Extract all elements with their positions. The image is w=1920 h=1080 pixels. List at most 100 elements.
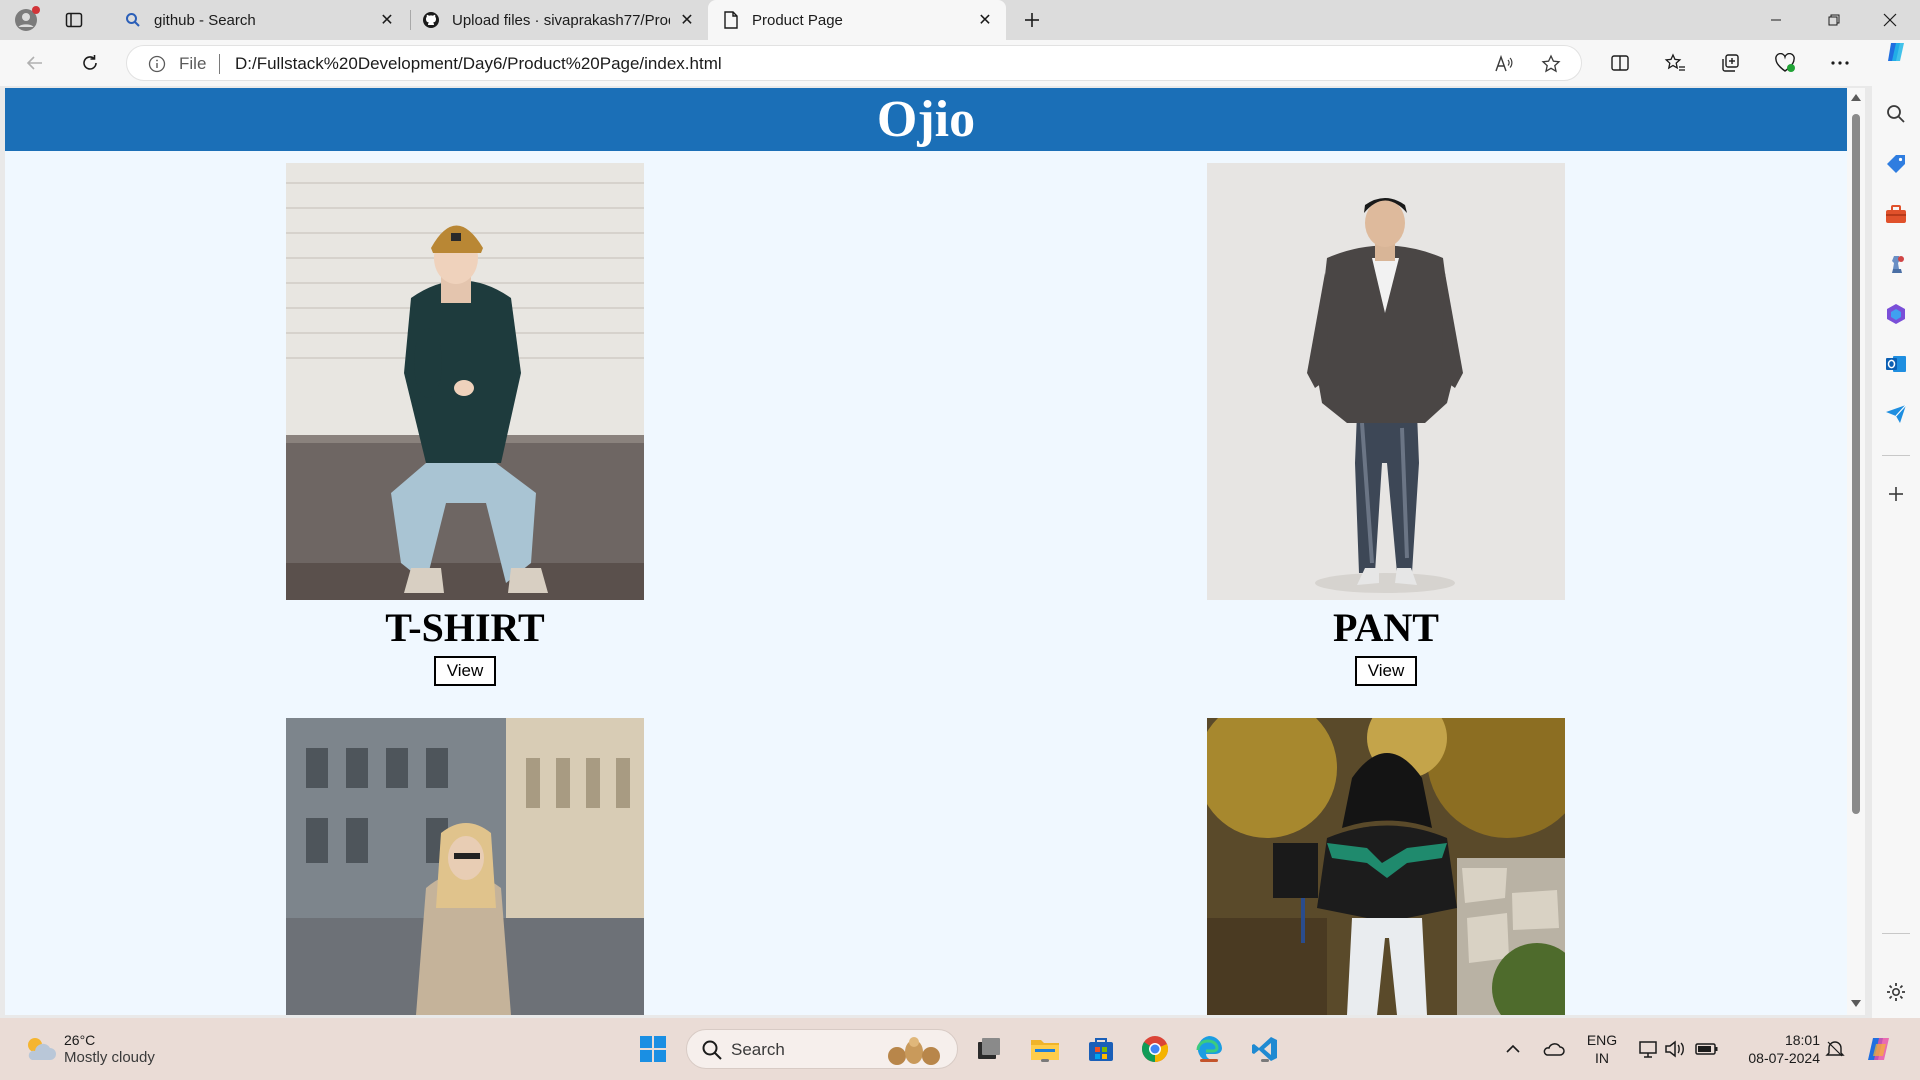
browser-essentials-button[interactable] (1772, 50, 1798, 76)
product-card-pant: PANT View (1207, 163, 1565, 686)
close-tab-icon[interactable]: ✕ (378, 11, 396, 29)
favorites-button[interactable] (1662, 50, 1688, 76)
scroll-down-arrow-icon[interactable] (1850, 999, 1862, 1011)
tab-title: Upload files · sivaprakash77/Prod (452, 11, 670, 29)
info-icon[interactable] (147, 54, 167, 74)
tab-upload-files[interactable]: Upload files · sivaprakash77/Prod ✕ (412, 0, 708, 40)
back-button[interactable] (22, 50, 48, 76)
read-aloud-icon[interactable] (1491, 52, 1515, 76)
clock[interactable]: 18:01 08-07-2024 (1734, 1031, 1820, 1067)
windows-logo-icon (640, 1036, 666, 1062)
url-text[interactable]: D:/Fullstack%20Development/Day6/Product%… (235, 54, 722, 74)
restore-button[interactable] (1806, 0, 1862, 40)
language-indicator[interactable]: ENG IN (1584, 1031, 1620, 1067)
plus-icon (1889, 487, 1903, 501)
split-screen-button[interactable] (1607, 50, 1633, 76)
file-explorer-button[interactable] (1028, 1032, 1062, 1066)
product-image-4 (1207, 718, 1565, 1015)
copilot-button[interactable] (1884, 40, 1908, 64)
vscode-button[interactable] (1248, 1032, 1282, 1066)
gear-icon (1887, 983, 1905, 1001)
sidebar-outlook-button[interactable] (1884, 352, 1908, 376)
restore-icon (1828, 14, 1840, 26)
sidebar-tools-button[interactable] (1884, 202, 1908, 226)
refresh-button[interactable] (77, 50, 103, 76)
page-scrollbar[interactable] (1847, 88, 1865, 1015)
address-divider (219, 54, 220, 74)
scrollbar-thumb[interactable] (1852, 114, 1860, 814)
close-window-button[interactable] (1862, 0, 1918, 40)
notifications-button[interactable] (1818, 1032, 1852, 1066)
profile-button[interactable] (12, 6, 40, 34)
battery-button[interactable] (1690, 1032, 1724, 1066)
collections-button[interactable] (1717, 50, 1743, 76)
start-button[interactable] (636, 1032, 670, 1066)
back-arrow-icon (26, 56, 42, 70)
onedrive-button[interactable] (1536, 1032, 1570, 1066)
notification-dot (32, 6, 40, 14)
tab-divider (410, 10, 411, 30)
sidebar-shopping-button[interactable] (1884, 152, 1908, 176)
sidebar-search-button[interactable] (1884, 102, 1908, 126)
taskbar-search[interactable]: Search (686, 1029, 958, 1069)
close-icon (1883, 13, 1897, 27)
search-icon (1887, 105, 1905, 123)
task-view-button[interactable] (972, 1032, 1006, 1066)
clock-time: 18:01 (1784, 1032, 1820, 1048)
sidebar-m365-button[interactable] (1884, 302, 1908, 326)
chevron-up-icon (1506, 1044, 1520, 1053)
split-screen-icon (1611, 55, 1629, 71)
more-icon (1831, 61, 1849, 65)
minimize-button[interactable] (1748, 0, 1804, 40)
tab-product-page[interactable]: Product Page ✕ (708, 0, 1006, 40)
network-icon (1639, 1041, 1657, 1058)
weather-condition: Mostly cloudy (64, 1049, 155, 1066)
search-icon (124, 11, 142, 29)
tab-actions-button[interactable] (62, 8, 86, 32)
new-tab-button[interactable] (1020, 8, 1044, 32)
sidebar-add-button[interactable] (1884, 482, 1908, 506)
outlook-icon (1886, 356, 1906, 372)
weather-temp: 26°C (64, 1032, 96, 1048)
refresh-icon (83, 55, 97, 70)
product-card-tshirt: T-SHIRT View (286, 163, 644, 686)
favorite-star-icon[interactable] (1539, 52, 1563, 76)
plus-icon (1025, 13, 1039, 27)
favorites-icon (1664, 53, 1685, 71)
sidebar-games-button[interactable] (1884, 252, 1908, 276)
store-button[interactable] (1084, 1032, 1118, 1066)
settings-more-button[interactable] (1827, 50, 1853, 76)
tab-actions-icon (65, 12, 83, 28)
store-icon (1089, 1038, 1113, 1061)
copilot-icon (1868, 1038, 1889, 1060)
product-image-tshirt (286, 163, 644, 600)
language-code: ENG (1586, 1032, 1618, 1048)
running-indicator (1261, 1059, 1269, 1062)
close-tab-icon[interactable]: ✕ (678, 11, 696, 29)
tab-github-search[interactable]: github - Search ✕ (112, 0, 408, 40)
weather-widget[interactable]: 26°C Mostly cloudy (22, 1031, 155, 1067)
sidebar-send-button[interactable] (1884, 402, 1908, 426)
active-app-indicator (1200, 1059, 1218, 1062)
sidebar-settings-button[interactable] (1884, 980, 1908, 1004)
volume-button[interactable] (1658, 1032, 1692, 1066)
scroll-up-arrow-icon[interactable] (1850, 92, 1862, 104)
site-title: Ojio (876, 91, 976, 148)
microsoft-365-icon (1887, 304, 1905, 324)
chrome-button[interactable] (1138, 1032, 1172, 1066)
close-tab-icon[interactable]: ✕ (976, 11, 994, 29)
address-bar[interactable]: File D:/Fullstack%20Development/Day6/Pro… (126, 45, 1582, 81)
copilot-taskbar-button[interactable] (1862, 1032, 1896, 1066)
show-hidden-icons-button[interactable] (1496, 1032, 1530, 1066)
product-card-4 (1207, 718, 1565, 1015)
product-card-3 (286, 718, 644, 1015)
taskbar-search-label: Search (731, 1040, 785, 1059)
task-view-icon (978, 1038, 1000, 1059)
view-button-pant[interactable]: View (1354, 656, 1418, 686)
edge-button[interactable] (1192, 1032, 1226, 1066)
view-button-tshirt[interactable]: View (433, 656, 497, 686)
copilot-icon (1888, 43, 1904, 61)
scheme-label: File (179, 54, 207, 73)
tab-strip: github - Search ✕ Upload files · sivapra… (0, 0, 1920, 40)
chess-piece-icon (1892, 256, 1904, 273)
